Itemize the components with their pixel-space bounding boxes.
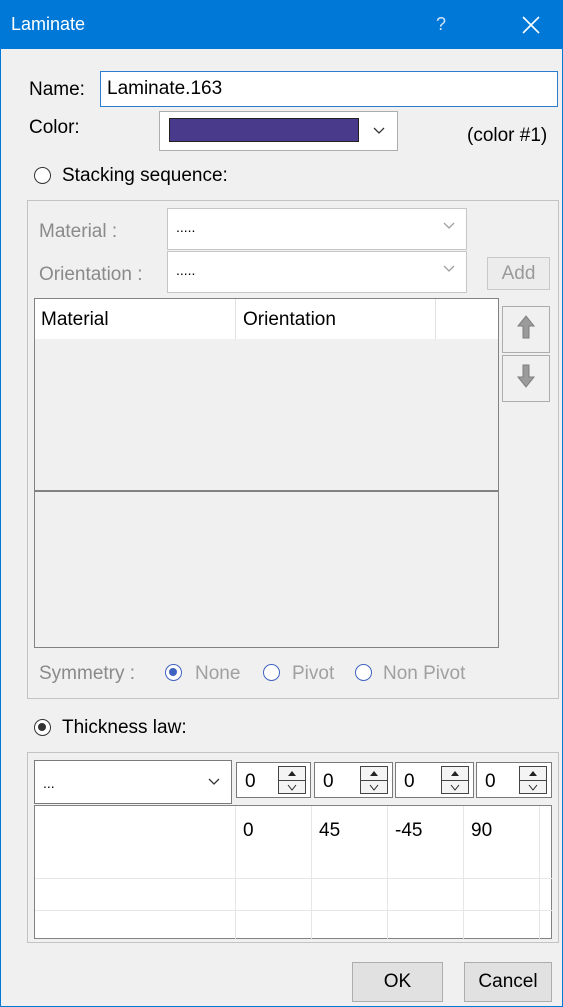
help-button[interactable]: ?: [411, 1, 471, 49]
material-label: Material :: [39, 221, 118, 242]
move-down-button[interactable]: [502, 355, 550, 402]
arrow-up-icon: [516, 314, 536, 338]
orientation-value: .....: [176, 262, 196, 278]
name-label: Name:: [29, 79, 85, 100]
spin-down-icon[interactable]: [450, 784, 460, 791]
name-input[interactable]: [100, 71, 558, 107]
ply-spinner-3[interactable]: 0: [395, 762, 474, 798]
spin-up-icon[interactable]: [369, 770, 379, 777]
stacking-list[interactable]: Material Orientation: [34, 298, 499, 491]
move-up-button[interactable]: [502, 306, 550, 353]
symmetry-non-pivot-radio[interactable]: [355, 664, 372, 681]
list-header: Material Orientation: [35, 299, 498, 339]
orientation-combo[interactable]: .....: [167, 251, 467, 293]
thickness-grid[interactable]: 0 45 -45 90: [34, 805, 553, 940]
symmetry-none-label: None: [195, 663, 241, 684]
thickness-law-label: Thickness law:: [62, 717, 187, 738]
spin-buttons[interactable]: [519, 766, 547, 794]
color-label: Color:: [29, 117, 80, 138]
color-index-label: (color #1): [467, 125, 548, 146]
thickness-law-value: ...: [43, 775, 55, 791]
ok-button[interactable]: OK: [352, 962, 443, 1002]
spin-down-icon[interactable]: [369, 784, 379, 791]
angle-header-4: 90: [471, 820, 493, 841]
close-button[interactable]: [498, 1, 562, 49]
symmetry-pivot-label: Pivot: [292, 663, 335, 684]
ply-spinner-3-value: 0: [404, 771, 415, 792]
color-picker[interactable]: [159, 111, 398, 151]
column-orientation[interactable]: Orientation: [243, 309, 336, 331]
angle-header-1: 0: [243, 820, 254, 841]
symmetry-none-radio[interactable]: [165, 664, 182, 681]
ply-spinner-2[interactable]: 0: [314, 762, 393, 798]
ply-spinner-2-value: 0: [323, 771, 334, 792]
chevron-down-icon: [443, 265, 455, 272]
close-icon: [522, 16, 540, 34]
stacking-sequence-radio[interactable]: [34, 167, 51, 184]
chevron-down-icon: [373, 127, 385, 134]
stacking-sequence-label: Stacking sequence:: [62, 165, 228, 186]
help-icon: ?: [435, 14, 446, 34]
chevron-down-icon: [208, 778, 220, 785]
spin-up-icon[interactable]: [287, 770, 297, 777]
chevron-down-icon: [443, 222, 455, 229]
spin-up-icon[interactable]: [450, 770, 460, 777]
ply-spinner-4-value: 0: [485, 771, 496, 792]
spin-buttons[interactable]: [360, 766, 388, 794]
angle-header-2: 45: [319, 820, 341, 841]
window-title: Laminate: [11, 14, 86, 34]
angle-header-3: -45: [395, 820, 423, 841]
symmetry-pivot-radio[interactable]: [263, 664, 280, 681]
spin-down-icon[interactable]: [528, 784, 538, 791]
ply-spinner-4[interactable]: 0: [476, 762, 552, 798]
spin-buttons[interactable]: [441, 766, 469, 794]
material-combo[interactable]: .....: [167, 208, 467, 250]
column-material[interactable]: Material: [41, 309, 109, 331]
cancel-button[interactable]: Cancel: [464, 962, 552, 1002]
ply-spinner-1[interactable]: 0: [236, 762, 311, 798]
thickness-law-combo[interactable]: ...: [34, 760, 232, 804]
color-swatch: [169, 118, 359, 142]
orientation-label: Orientation :: [39, 264, 143, 285]
thickness-law-radio[interactable]: [34, 719, 51, 736]
symmetry-non-pivot-label: Non Pivot: [383, 663, 466, 684]
spin-down-icon[interactable]: [287, 784, 297, 791]
stacking-preview-box: [34, 491, 499, 648]
material-value: .....: [176, 219, 196, 235]
laminate-dialog: Laminate ? Name: Color: (color #1) Stack…: [0, 0, 563, 1007]
ply-spinner-1-value: 0: [245, 771, 256, 792]
spin-up-icon[interactable]: [528, 770, 538, 777]
arrow-down-icon: [516, 364, 536, 388]
symmetry-label: Symmetry :: [39, 663, 136, 684]
add-button[interactable]: Add: [487, 257, 550, 290]
title-bar[interactable]: Laminate ?: [1, 1, 562, 49]
spin-buttons[interactable]: [278, 766, 306, 794]
